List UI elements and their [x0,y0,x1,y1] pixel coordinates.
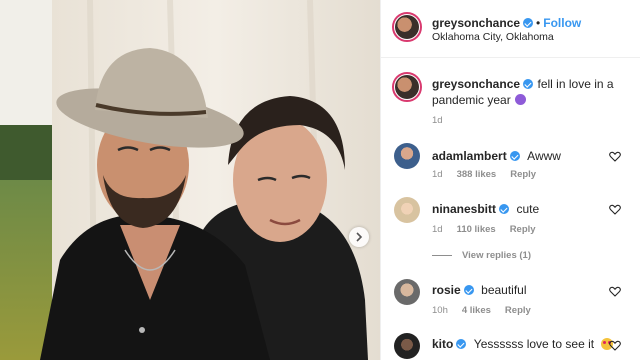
commenter-avatar[interactable] [394,279,420,305]
comment-age: 1d [432,169,443,180]
comment: ninanesbitt cute [432,200,539,218]
post-location[interactable]: Oklahoma City, Oklahoma [432,31,554,43]
author-username[interactable]: greysonchance [432,16,520,30]
comment-age: 10h [432,305,448,316]
instagram-post-view: greysonchance • Follow Oklahoma City, Okla… [0,0,640,360]
author-avatar[interactable] [392,12,422,42]
like-heart-icon[interactable] [609,151,621,162]
post-photo[interactable] [0,0,380,360]
comment: rosie beautiful [432,281,527,299]
purple-heart-emoji-icon [515,94,527,105]
comment: adamlambert Awww [432,147,561,165]
comment-username[interactable]: ninanesbitt [432,202,496,216]
view-replies-button[interactable]: View replies (1) [432,250,531,261]
comment-text: beautiful [481,283,527,297]
post-side-panel: greysonchance • Follow Oklahoma City, Okla… [380,0,640,360]
verified-badge-icon [509,151,520,161]
comment-meta: 1d 388 likes Reply [432,169,536,180]
verified-badge-icon [523,79,534,89]
comment: kito Yessssss love to see it [432,335,613,353]
author-line: greysonchance • Follow [432,14,581,32]
follow-button[interactable]: Follow [543,16,581,30]
like-heart-icon[interactable] [609,340,621,351]
commenter-avatar[interactable] [394,143,420,169]
reply-button[interactable]: Reply [510,169,536,180]
caption-age: 1d [432,115,443,126]
comment-likes[interactable]: 388 likes [457,169,497,180]
reply-button[interactable]: Reply [505,305,531,316]
comment-meta: 1d 110 likes Reply [432,224,536,235]
caption-avatar[interactable] [392,72,422,102]
comment-meta: 10h 4 likes Reply [432,305,531,316]
commenter-avatar[interactable] [394,333,420,359]
commenter-avatar[interactable] [394,197,420,223]
like-heart-icon[interactable] [609,286,621,297]
like-heart-icon[interactable] [609,204,621,215]
comment-text: Awww [527,149,561,163]
comment-likes[interactable]: 110 likes [457,224,496,235]
post-header: greysonchance • Follow Oklahoma City, Okla… [381,0,640,58]
comment-likes[interactable]: 4 likes [462,305,491,316]
photo-illustration [0,0,380,360]
chevron-right-icon [356,232,363,242]
separator-dot: • [536,16,541,30]
comment-text: Yessssss love to see it [473,337,595,351]
comment-username[interactable]: kito [432,337,453,351]
caption-username[interactable]: greysonchance [432,77,520,91]
comment-age: 1d [432,224,443,235]
comment-text: cute [516,202,540,216]
reply-button[interactable]: Reply [510,224,536,235]
caption: greysonchance fell in love in a pandemic… [432,76,627,108]
verified-badge-icon [499,204,510,214]
comment-username[interactable]: rosie [432,283,461,297]
verified-badge-icon [463,285,474,295]
comment-username[interactable]: adamlambert [432,149,507,163]
verified-badge-icon [523,18,534,28]
verified-badge-icon [456,339,467,349]
next-photo-button[interactable] [349,227,369,247]
